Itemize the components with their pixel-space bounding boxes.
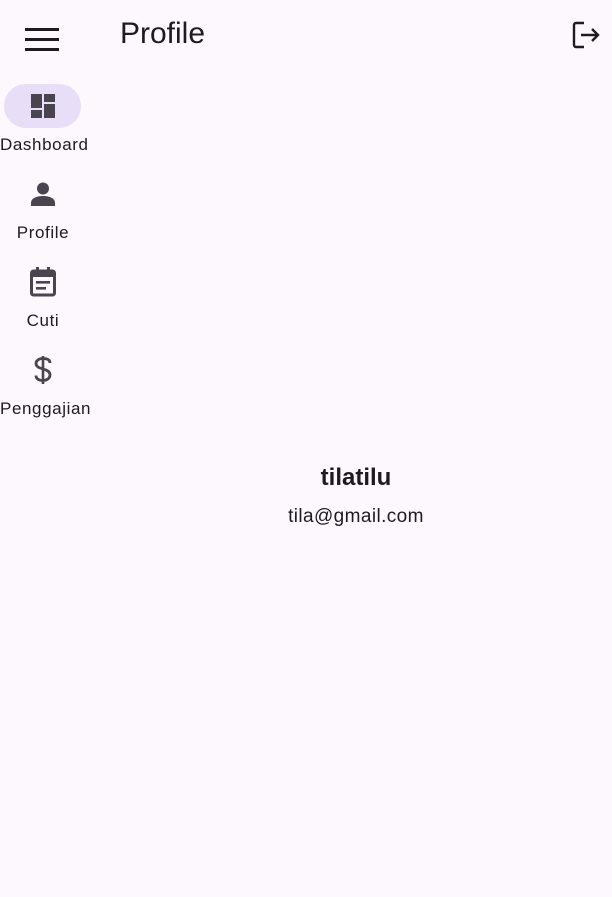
nav-item-penggajian[interactable]: Penggajian bbox=[0, 344, 92, 424]
nav-indicator bbox=[4, 172, 81, 216]
profile-email: tila@gmail.com bbox=[288, 506, 424, 527]
nav-item-profile[interactable]: Profile bbox=[0, 168, 86, 248]
logout-button[interactable] bbox=[564, 12, 610, 58]
nav-label-penggajian: Penggajian bbox=[0, 399, 92, 418]
dollar-icon bbox=[33, 355, 53, 385]
menu-icon bbox=[25, 27, 59, 53]
menu-button[interactable] bbox=[18, 18, 66, 62]
app-bar: Profile bbox=[0, 0, 612, 72]
nav-active-indicator bbox=[4, 84, 81, 128]
dashboard-icon bbox=[30, 93, 56, 119]
nav-label-profile: Profile bbox=[16, 223, 70, 242]
calendar-icon bbox=[29, 267, 56, 297]
nav-label-dashboard: Dashboard bbox=[0, 135, 89, 154]
nav-item-cuti[interactable]: Cuti bbox=[0, 256, 86, 336]
nav-indicator bbox=[4, 348, 81, 392]
logout-icon bbox=[572, 21, 602, 49]
profile-card: tilatilu tila@gmail.com bbox=[100, 458, 612, 536]
nav-item-dashboard[interactable]: Dashboard bbox=[0, 80, 89, 160]
nav-label-cuti: Cuti bbox=[26, 311, 60, 330]
profile-name: tilatilu bbox=[320, 464, 392, 491]
person-icon bbox=[30, 181, 56, 207]
page-title: Profile bbox=[120, 17, 206, 50]
nav-indicator bbox=[4, 260, 81, 304]
